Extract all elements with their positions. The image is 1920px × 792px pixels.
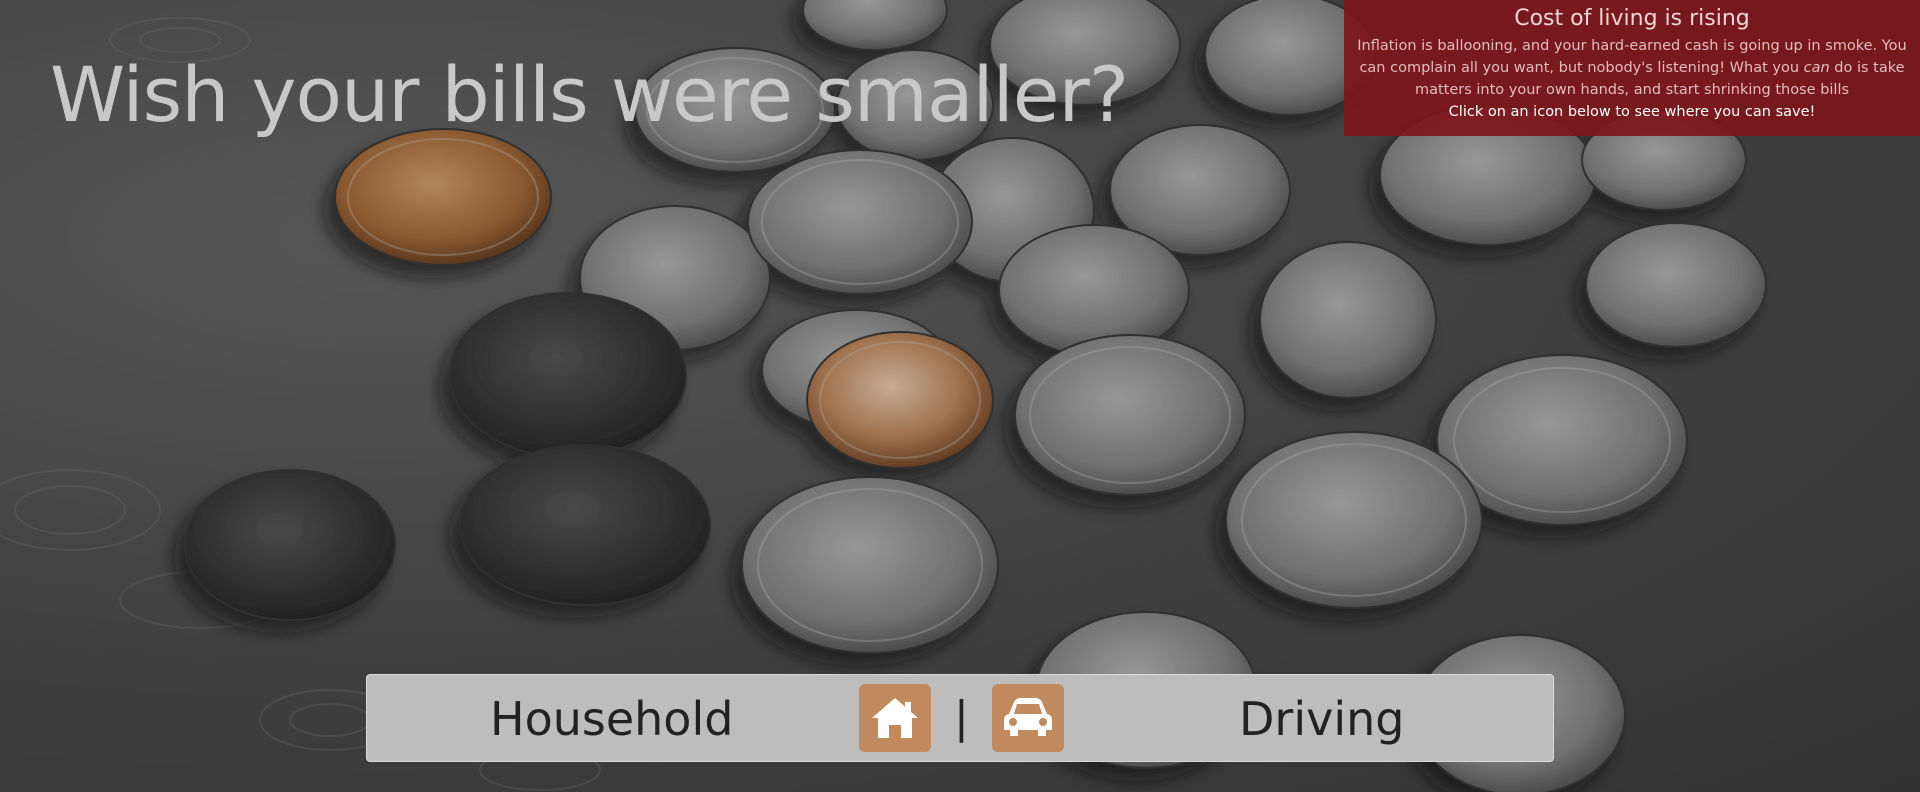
page-headline: Wish your bills were smaller?: [50, 50, 1129, 139]
nav-separator: |: [954, 692, 969, 743]
info-text-emphasis: can: [1803, 60, 1830, 76]
driving-link[interactable]: Driving: [1239, 693, 1404, 745]
household-link[interactable]: Household: [490, 693, 733, 745]
category-nav-bar: Household | Driving: [366, 674, 1554, 762]
info-panel-title: Cost of living is rising: [1514, 6, 1750, 31]
household-button[interactable]: [859, 684, 931, 752]
info-panel: Cost of living is rising Inflation is ba…: [1344, 0, 1920, 136]
info-panel-cta: Click on an icon below to see where you …: [1448, 104, 1816, 120]
home-icon: [872, 698, 918, 738]
info-panel-text: Inflation is ballooning, and your hard-e…: [1354, 35, 1910, 101]
car-icon: [1004, 698, 1052, 736]
page: Wish your bills were smaller? Cost of li…: [0, 0, 1920, 792]
driving-button[interactable]: [992, 684, 1064, 752]
